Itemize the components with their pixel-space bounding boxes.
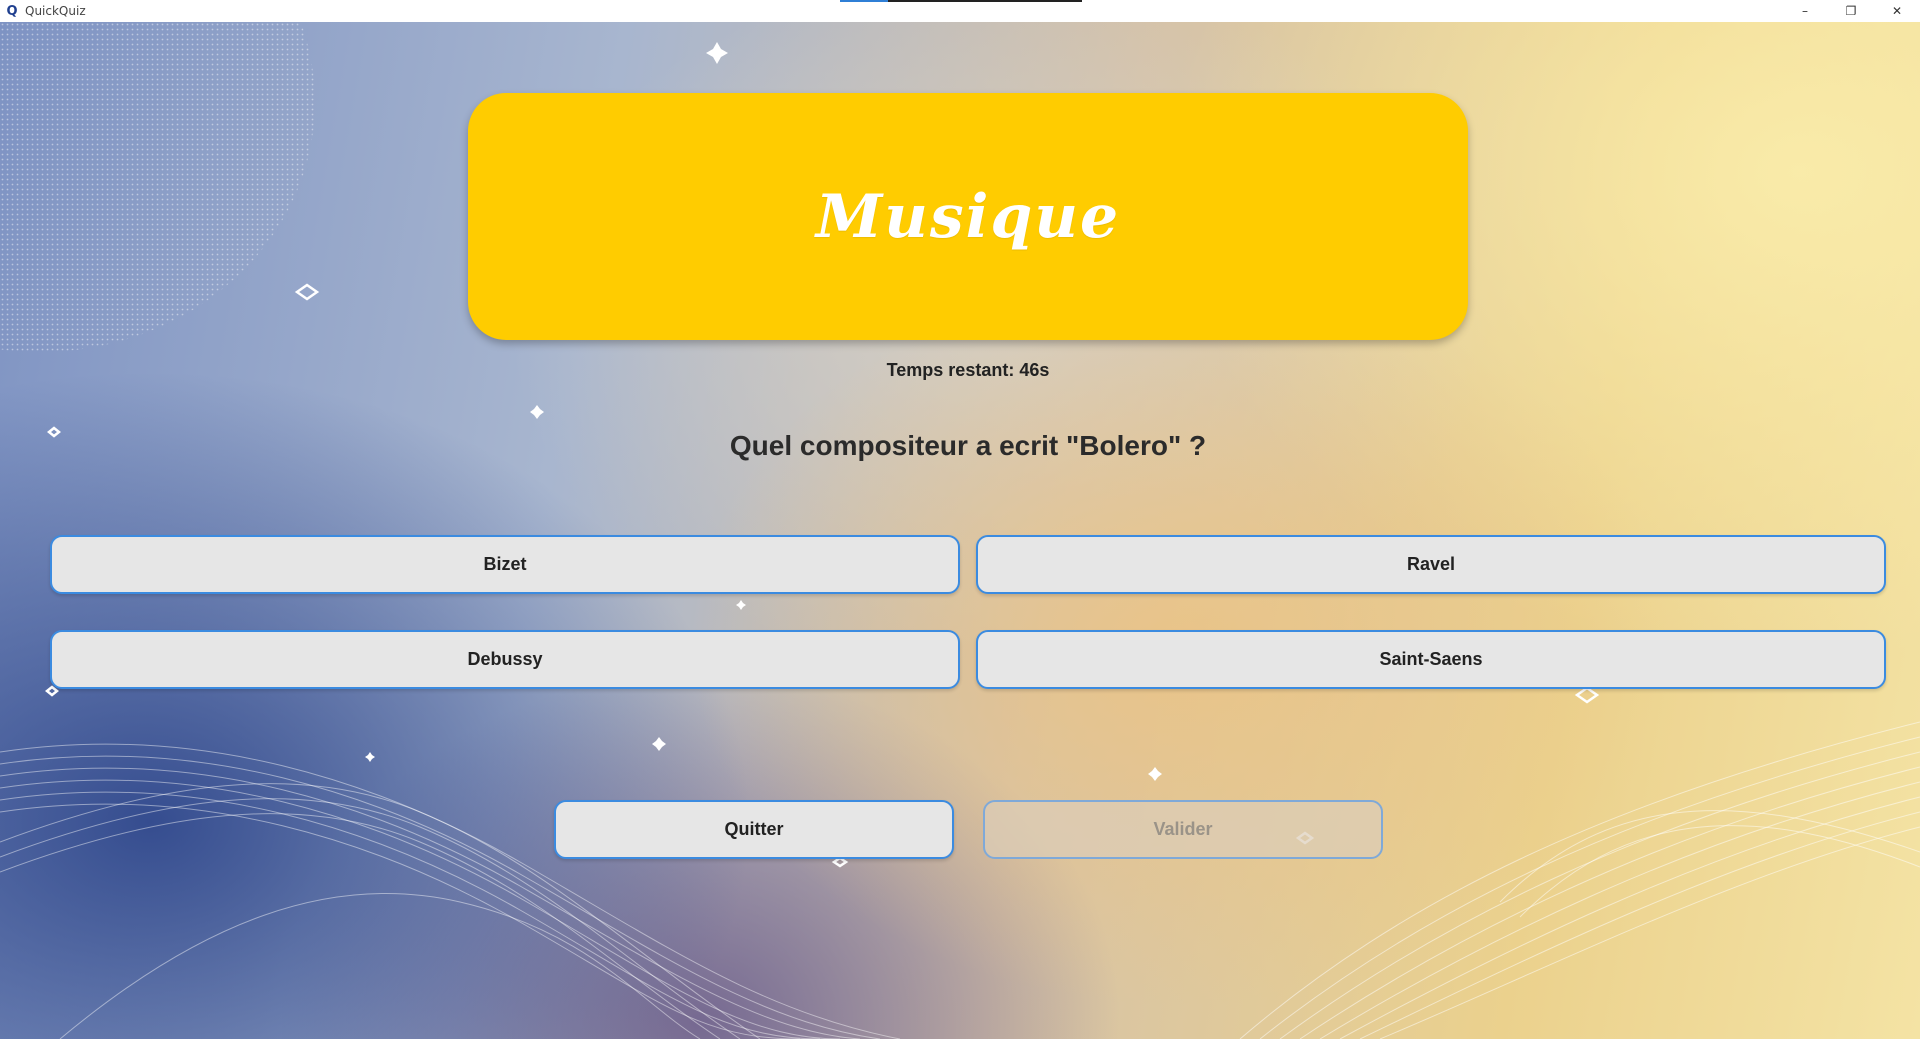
answer-button-1[interactable]: Bizet (50, 535, 960, 594)
wave-lines-left (0, 743, 901, 1039)
wave-lines-right (1239, 721, 1920, 1039)
category-title: Musique (815, 181, 1121, 252)
close-button[interactable]: ✕ (1874, 0, 1920, 22)
category-banner: Musique (468, 93, 1468, 340)
window-title: QuickQuiz (25, 4, 86, 18)
question-text: Quel compositeur a ecrit "Bolero" ? (729, 430, 1207, 461)
restore-button[interactable]: ❐ (1828, 0, 1874, 22)
window-controls: – ❐ ✕ (1782, 0, 1920, 22)
dotted-disc-decoration (0, 22, 315, 352)
time-remaining: Temps restant: 46s (886, 360, 1050, 380)
quit-button[interactable]: Quitter (554, 800, 954, 859)
loading-progress-fill (840, 0, 889, 2)
title-bar: Q QuickQuiz – ❐ ✕ (0, 0, 1920, 22)
validate-button[interactable]: Valider (983, 800, 1383, 859)
quiz-screen: Musique Temps restant: 46s Quel composit… (0, 22, 1920, 1039)
loading-progress-bar (840, 0, 1082, 2)
app-logo-icon: Q (6, 3, 18, 19)
answer-button-4[interactable]: Saint-Saens (976, 630, 1886, 689)
minimize-button[interactable]: – (1782, 0, 1828, 22)
answer-button-2[interactable]: Ravel (976, 535, 1886, 594)
answer-button-3[interactable]: Debussy (50, 630, 960, 689)
